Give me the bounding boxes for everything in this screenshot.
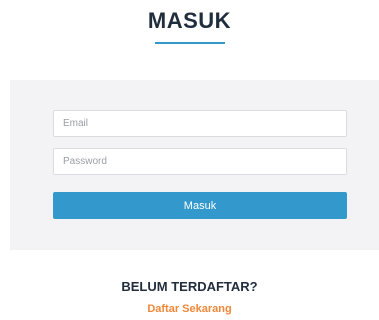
email-input[interactable] — [53, 110, 347, 137]
not-registered-text: BELUM TERDAFTAR? — [121, 279, 258, 294]
title-underline — [155, 42, 225, 44]
register-now-link[interactable]: Daftar Sekarang — [0, 303, 379, 315]
login-button[interactable]: Masuk — [53, 192, 347, 219]
password-input[interactable] — [53, 148, 347, 175]
page-title: MASUK — [147, 8, 232, 33]
login-page: MASUK Masuk BELUM TERDAFTAR? Daftar Seka… — [0, 0, 379, 320]
